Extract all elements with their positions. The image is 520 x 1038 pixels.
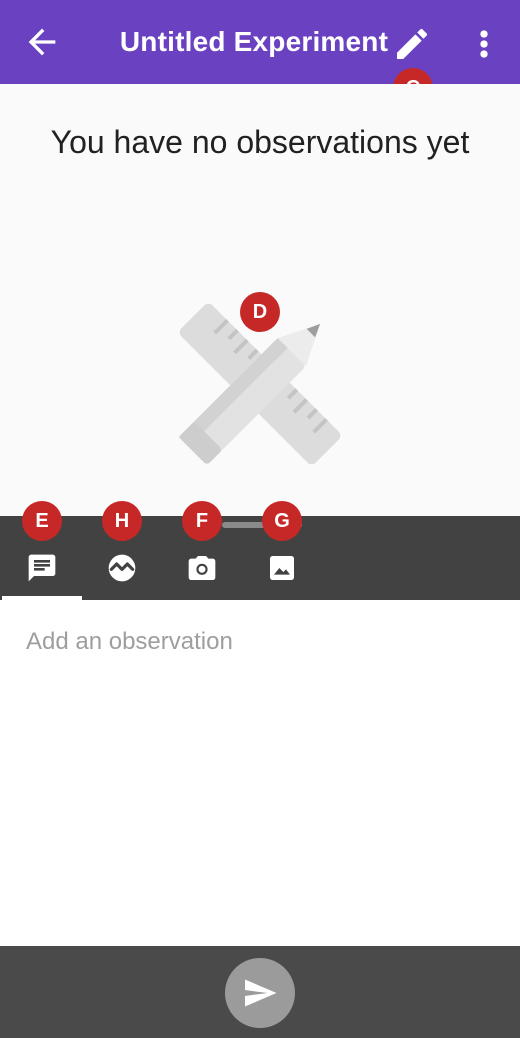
annotation-badge-f: F — [182, 501, 222, 541]
observation-input-area — [0, 600, 520, 946]
edit-button[interactable] — [392, 24, 436, 68]
gallery-icon — [270, 556, 294, 580]
camera-icon — [188, 556, 216, 580]
camera-tool-button[interactable] — [182, 548, 222, 588]
observation-input[interactable] — [26, 626, 486, 658]
sensor-tool-button[interactable] — [102, 548, 142, 588]
page-title: Untitled Experiment — [119, 26, 389, 57]
note-tool-button[interactable] — [22, 548, 62, 588]
note-icon — [28, 554, 56, 582]
sensor-icon — [108, 554, 136, 582]
annotation-badge-e: E — [22, 501, 62, 541]
annotation-badge-g: G — [262, 501, 302, 541]
overflow-menu-button[interactable] — [468, 24, 500, 64]
bottom-action-bar — [0, 946, 520, 1038]
observation-toolbar — [0, 516, 520, 600]
more-vert-icon — [480, 30, 488, 58]
annotation-badge-d: D — [240, 292, 280, 332]
send-icon — [245, 979, 277, 1007]
annotation-badge-h: H — [102, 501, 142, 541]
send-button[interactable] — [225, 958, 295, 1028]
app-bar: Untitled Experiment — [0, 0, 520, 84]
gallery-tool-button[interactable] — [262, 548, 302, 588]
pencil-icon — [397, 28, 428, 59]
empty-state-message: You have no observations yet — [50, 124, 470, 160]
